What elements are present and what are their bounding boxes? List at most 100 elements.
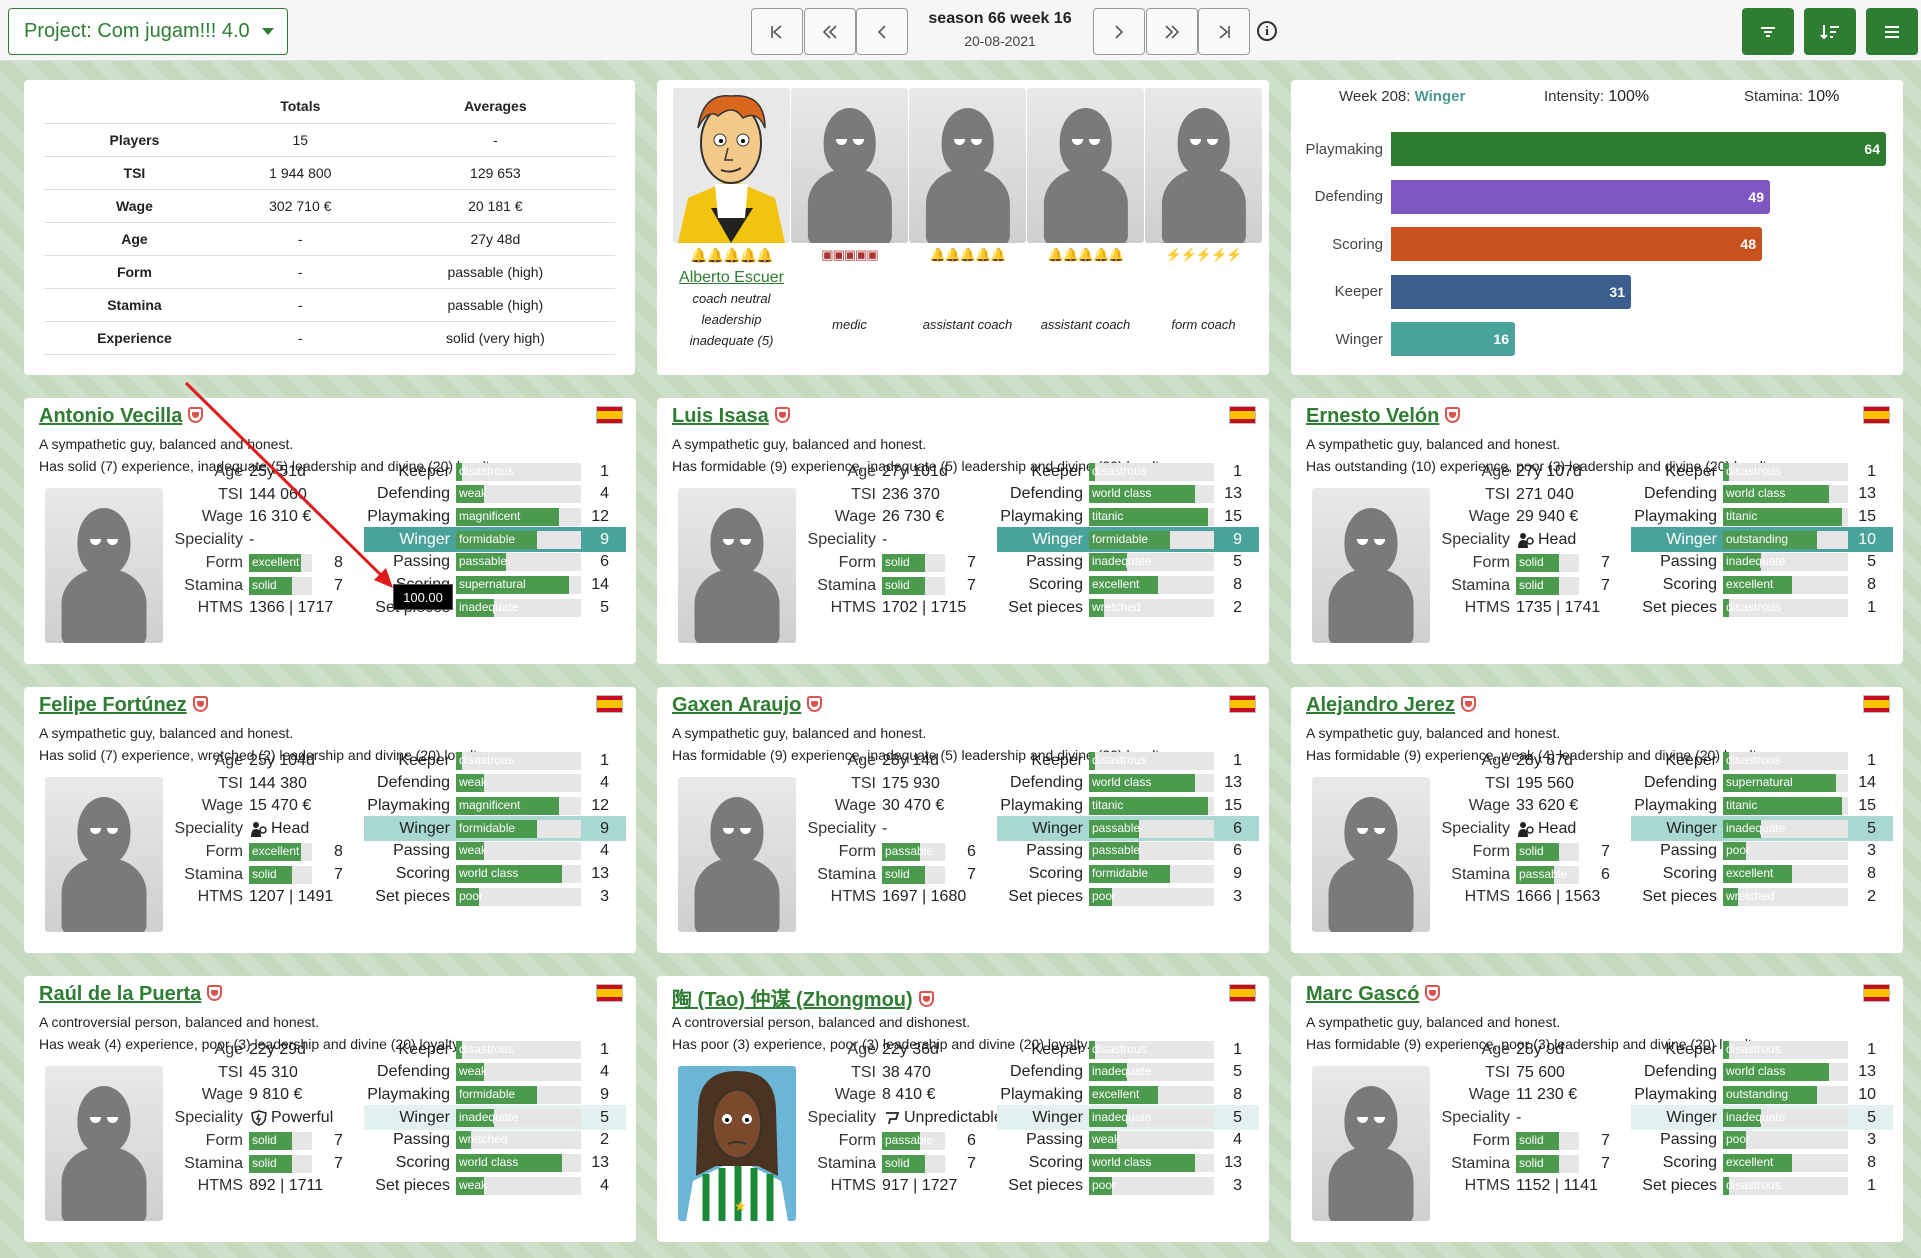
player-name-link[interactable]: Antonio Vecilla: [39, 405, 204, 428]
skill-bar-winger[interactable]: inadequate: [1723, 819, 1848, 838]
skill-bar-scoring[interactable]: excellent: [1723, 1154, 1848, 1172]
player-avatar[interactable]: [45, 1066, 163, 1221]
skill-bar-passing[interactable]: weak: [456, 842, 581, 861]
skill-bar-passing[interactable]: inadequate: [1723, 553, 1848, 572]
player-avatar[interactable]: [1312, 488, 1430, 643]
skill-bar-scoring[interactable]: formidable: [1089, 865, 1214, 883]
player-avatar[interactable]: [45, 488, 163, 643]
first-week-button[interactable]: [751, 8, 803, 55]
skill-bar-scoring[interactable]: excellent: [1089, 576, 1214, 594]
skill-bar-defending[interactable]: weak: [456, 774, 581, 793]
skill-bar-passing[interactable]: inadequate: [1089, 553, 1214, 572]
player-name-link[interactable]: Felipe Fortúnez: [39, 694, 208, 717]
skill-bar-scoring[interactable]: world class: [1089, 1154, 1214, 1172]
skill-bar-playmaking[interactable]: magnificent: [456, 507, 581, 526]
skill-bar-keeper[interactable]: disastrous: [1089, 462, 1214, 481]
skill-bar-defending[interactable]: supernatural: [1723, 774, 1848, 793]
player-name-link[interactable]: Alejandro Jerez: [1306, 694, 1476, 717]
prev-fast-button[interactable]: [804, 8, 856, 55]
skill-bar-passing[interactable]: passable: [456, 553, 581, 572]
sort-button[interactable]: [1804, 8, 1856, 55]
skill-bar-winger[interactable]: formidable: [456, 530, 581, 549]
info-icon[interactable]: i: [1257, 21, 1277, 41]
skill-bar-setpieces[interactable]: inadequate: [456, 598, 581, 617]
skill-bar-playmaking[interactable]: formidable: [456, 1085, 581, 1104]
staff-avatar[interactable]: [1145, 88, 1262, 243]
skill-bar-playmaking[interactable]: magnificent: [456, 796, 581, 815]
skill-bar-winger[interactable]: inadequate: [1089, 1108, 1214, 1127]
skill-bar-keeper[interactable]: disastrous: [1089, 1040, 1214, 1059]
skill-bar-winger[interactable]: inadequate: [456, 1108, 581, 1127]
skill-bar-passing[interactable]: poor: [1723, 842, 1848, 861]
skill-bar-setpieces[interactable]: poor: [456, 887, 581, 906]
skill-bar-keeper[interactable]: disastrous: [1723, 1040, 1848, 1059]
skill-bar-setpieces[interactable]: wretched: [1089, 598, 1214, 617]
coach-name[interactable]: Alberto Escuer: [673, 269, 790, 287]
player-name-link[interactable]: Raúl de la Puerta: [39, 983, 223, 1006]
skill-bar-setpieces[interactable]: wretched: [1723, 887, 1848, 906]
player-avatar[interactable]: [678, 488, 796, 643]
staff-avatar[interactable]: [1027, 88, 1144, 243]
player-avatar[interactable]: [45, 777, 163, 932]
skill-bar-keeper[interactable]: disastrous: [456, 751, 581, 770]
skill-bar-keeper[interactable]: disastrous: [1723, 751, 1848, 770]
prev-week-button[interactable]: [856, 8, 908, 55]
player-avatar[interactable]: [1312, 1066, 1430, 1221]
player-name-link[interactable]: Marc Gascó: [1306, 983, 1441, 1006]
skill-bar-defending[interactable]: inadequate: [1089, 1063, 1214, 1082]
next-fast-button[interactable]: [1146, 8, 1198, 55]
skill-bar-setpieces[interactable]: disastrous: [1723, 598, 1848, 617]
skill-bar-playmaking[interactable]: outstanding: [1723, 1085, 1848, 1104]
skill-bar-winger[interactable]: outstanding: [1723, 530, 1848, 549]
skill-bar-scoring[interactable]: excellent: [1723, 576, 1848, 594]
skill-bar-setpieces[interactable]: poor: [1089, 1176, 1214, 1195]
skill-bar-setpieces[interactable]: disastrous: [1723, 1176, 1848, 1195]
skill-bar-defending[interactable]: world class: [1089, 774, 1214, 793]
player-avatar[interactable]: ★: [678, 1066, 796, 1221]
skill-bar-setpieces[interactable]: poor: [1089, 887, 1214, 906]
project-selector[interactable]: Project: Com jugam!!! 4.0: [8, 8, 288, 55]
skill-bar-defending[interactable]: weak: [456, 1063, 581, 1082]
skill-bar-scoring[interactable]: excellent: [1723, 865, 1848, 883]
training-bar-row: Defending 49: [1301, 179, 1770, 214]
last-week-button[interactable]: [1198, 8, 1250, 55]
player-name-link[interactable]: Gaxen Araujo: [672, 694, 823, 717]
staff-avatar[interactable]: [909, 88, 1026, 243]
skill-bar-defending[interactable]: world class: [1723, 485, 1848, 504]
skill-bar-playmaking[interactable]: titanic: [1089, 796, 1214, 815]
skill-bar-keeper[interactable]: disastrous: [456, 462, 581, 481]
skill-bar-playmaking[interactable]: titanic: [1723, 507, 1848, 526]
skill-bar-keeper[interactable]: disastrous: [1723, 462, 1848, 481]
menu-button[interactable]: [1866, 8, 1918, 55]
skill-bar-passing[interactable]: weak: [1089, 1131, 1214, 1150]
skill-bar-defending[interactable]: world class: [1089, 485, 1214, 504]
player-name-link[interactable]: Luis Isasa: [672, 405, 790, 428]
skill-bar-playmaking[interactable]: titanic: [1723, 796, 1848, 815]
skill-value-passing: 2: [600, 1131, 609, 1149]
skill-bar-winger[interactable]: passable: [1089, 819, 1214, 838]
skill-bar-winger[interactable]: formidable: [456, 819, 581, 838]
staff-avatar[interactable]: [791, 88, 908, 243]
skill-bar-playmaking[interactable]: excellent: [1089, 1085, 1214, 1104]
skill-bar-passing[interactable]: passable: [1089, 842, 1214, 861]
skill-bar-scoring[interactable]: world class: [456, 1154, 581, 1172]
skill-bar-scoring[interactable]: supernatural: [456, 576, 581, 594]
player-avatar[interactable]: [678, 777, 796, 932]
skill-bar-keeper[interactable]: disastrous: [456, 1040, 581, 1059]
skill-bar-keeper[interactable]: disastrous: [1089, 751, 1214, 770]
skill-bar-winger[interactable]: inadequate: [1723, 1108, 1848, 1127]
player-avatar[interactable]: [1312, 777, 1430, 932]
player-name-link[interactable]: 陶 (Tao) 仲谋 (Zhongmou): [672, 983, 934, 1012]
skill-bar-scoring[interactable]: world class: [456, 865, 581, 883]
skill-bar-defending[interactable]: weak: [456, 485, 581, 504]
coach-avatar[interactable]: [673, 88, 790, 243]
skill-bar-passing[interactable]: poor: [1723, 1131, 1848, 1150]
skill-bar-playmaking[interactable]: titanic: [1089, 507, 1214, 526]
player-name-link[interactable]: Ernesto Velón: [1306, 405, 1461, 428]
next-week-button[interactable]: [1093, 8, 1145, 55]
filter-button[interactable]: [1742, 8, 1794, 55]
skill-bar-winger[interactable]: formidable: [1089, 530, 1214, 549]
skill-bar-passing[interactable]: wretched: [456, 1131, 581, 1150]
skill-bar-defending[interactable]: world class: [1723, 1063, 1848, 1082]
skill-bar-setpieces[interactable]: weak: [456, 1176, 581, 1195]
